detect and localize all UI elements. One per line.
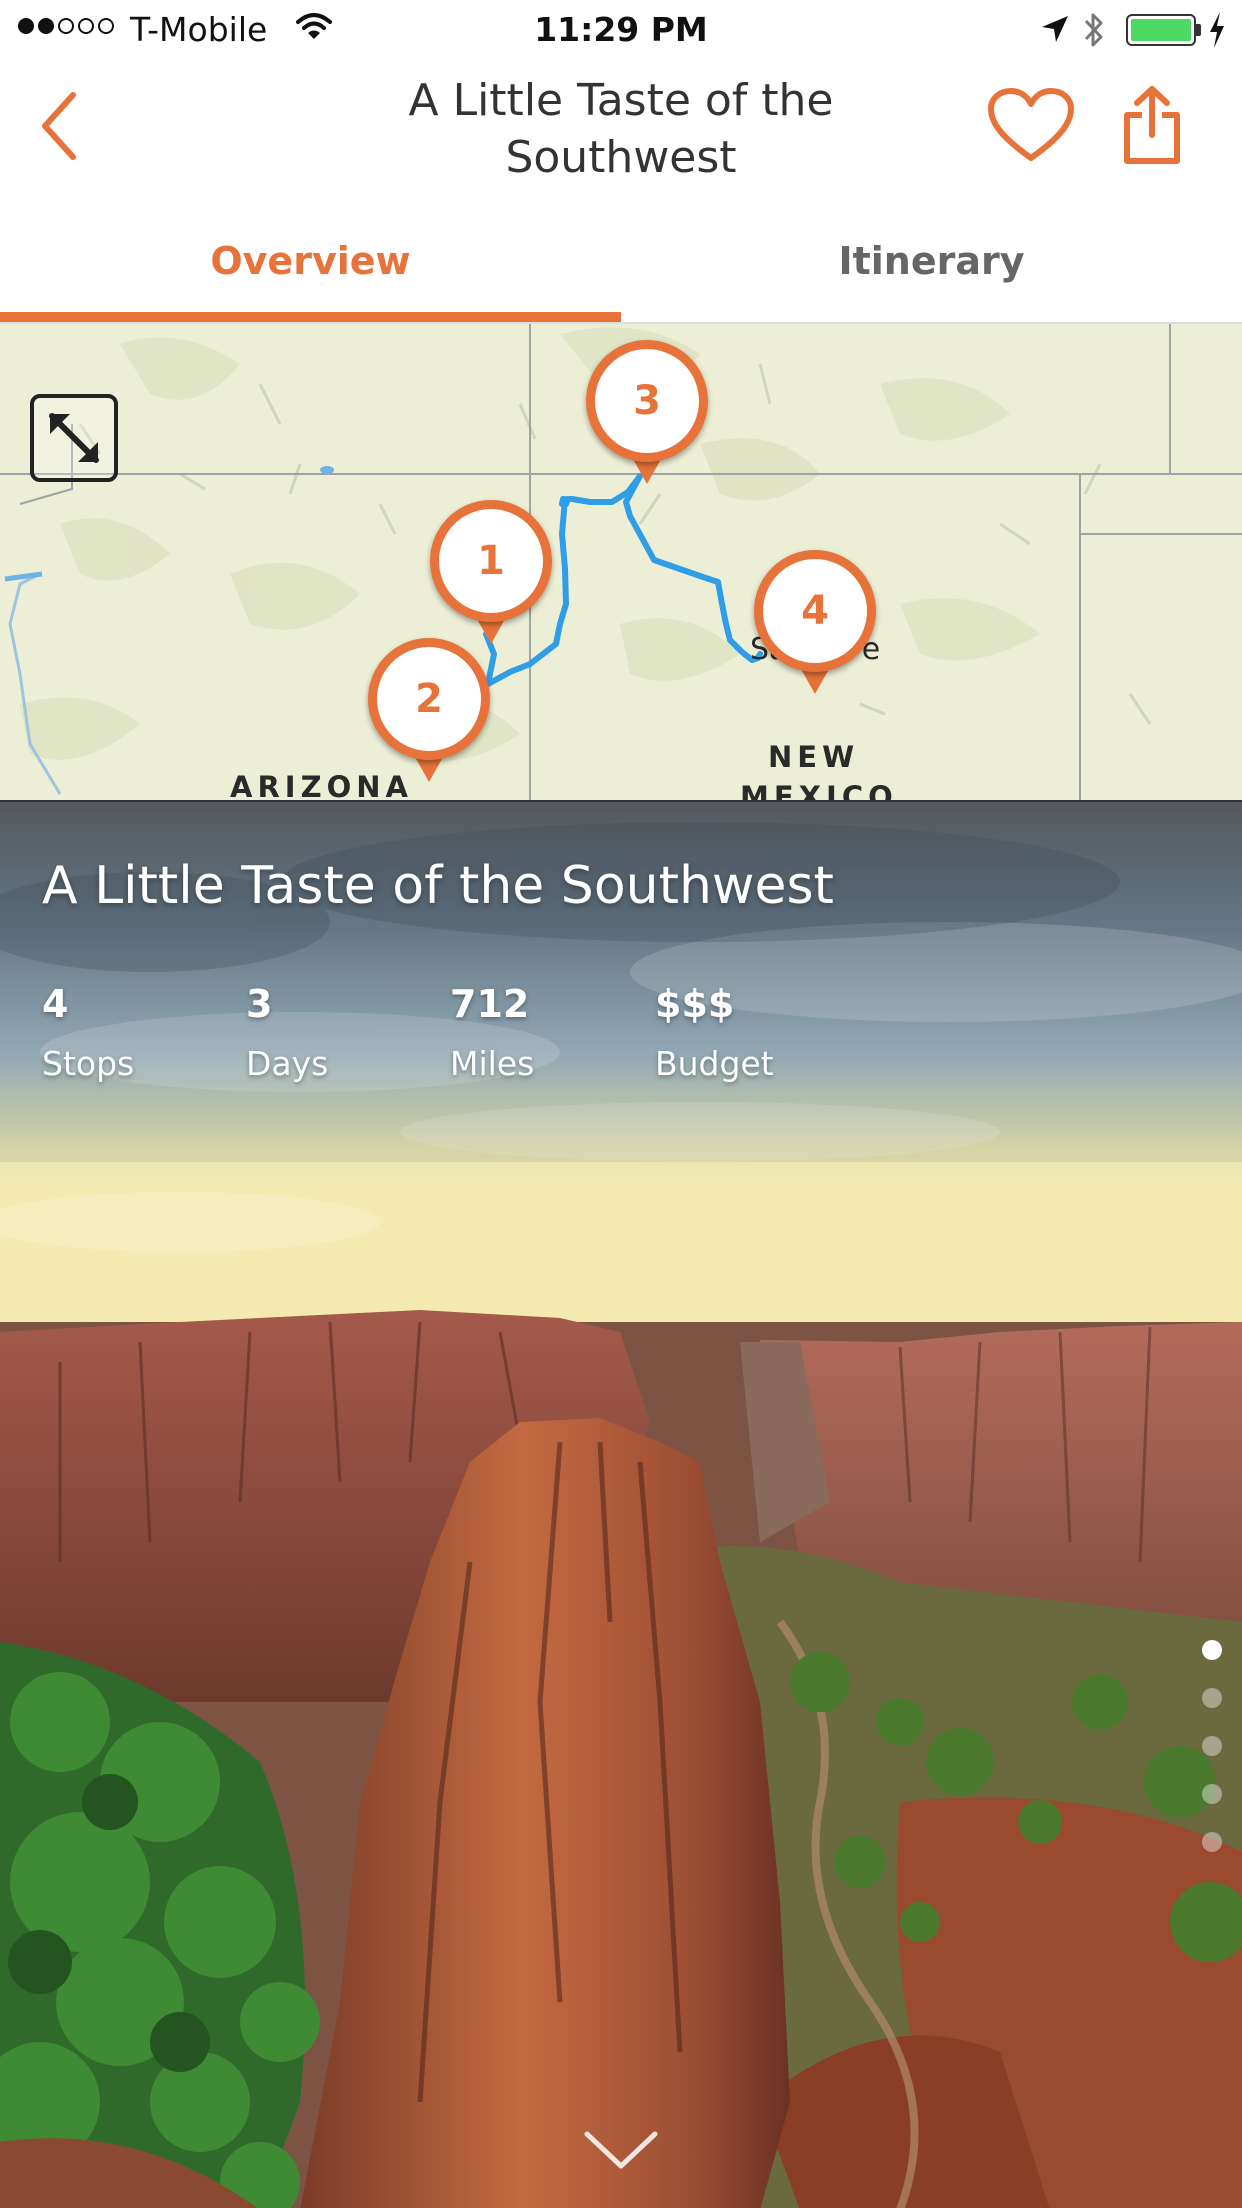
stat-miles-label: Miles [450,1044,535,1083]
stat-stops: 4 Stops [42,982,134,1083]
page-title: A Little Taste of the Southwest [408,75,834,183]
navigation-bar: A Little Taste of the Southwest [0,60,1242,200]
scroll-down-button[interactable] [581,2120,661,2180]
map-label-mexico: MEXICO [740,780,898,800]
stat-budget-value: $$$ [655,982,735,1026]
map-pin-number: 4 [763,559,867,663]
stat-stops-label: Stops [42,1044,135,1083]
page-dot[interactable] [1202,1736,1222,1756]
bluetooth-icon [1082,10,1106,54]
map-pin-stop-4[interactable]: 4 [754,550,876,700]
location-arrow-icon [1040,14,1070,48]
favorite-button[interactable] [986,82,1076,168]
map-pin-number: 3 [595,349,699,453]
canyon-photo [0,802,1242,2208]
share-button[interactable] [1112,82,1192,168]
stat-budget: $$$ Budget [655,982,774,1083]
charging-bolt-icon [1208,12,1226,52]
stat-stops-value: 4 [42,982,69,1026]
map-pin-number: 1 [439,509,543,613]
expand-map-button[interactable] [30,394,118,482]
back-button[interactable] [24,86,94,166]
chevron-down-icon [584,2131,658,2169]
map-pin-stop-2[interactable]: 2 [368,638,490,788]
stat-budget-label: Budget [655,1044,774,1083]
stat-miles: 712 Miles [450,982,534,1083]
map-label-new: NEW [768,740,860,774]
page-dot[interactable] [1202,1832,1222,1852]
map-pin-number: 2 [377,647,481,751]
trip-title: A Little Taste of the Southwest [42,856,834,916]
heart-icon [988,88,1074,161]
trip-hero-photo[interactable]: A Little Taste of the Southwest 4 Stops … [0,800,1242,2208]
map-pin-stop-3[interactable]: 3 [586,340,708,490]
expand-icon [49,413,99,463]
active-tab-indicator [0,312,621,322]
battery-tip [1196,24,1201,36]
route-map[interactable]: ARIZONA NEW MEXICO Santa Fe 1 2 3 4 [0,324,1242,800]
status-bar: T-Mobile 11:29 PM [0,0,1242,60]
photo-page-indicator[interactable] [1202,1640,1222,1852]
tab-overview[interactable]: Overview [0,200,621,322]
tab-itinerary[interactable]: Itinerary [621,200,1242,322]
stat-days-value: 3 [246,982,273,1026]
share-icon [1124,86,1180,164]
stat-days-label: Days [246,1044,329,1083]
stat-days: 3 Days [246,982,328,1083]
segment-tabs: Overview Itinerary [0,200,1242,324]
map-pin-stop-1[interactable]: 1 [430,500,552,650]
page-dot[interactable] [1202,1784,1222,1804]
page-dot[interactable] [1202,1688,1222,1708]
chevron-left-icon [42,92,76,160]
stat-miles-value: 712 [450,982,530,1026]
battery-icon [1126,14,1196,46]
page-dot-active[interactable] [1202,1640,1222,1660]
